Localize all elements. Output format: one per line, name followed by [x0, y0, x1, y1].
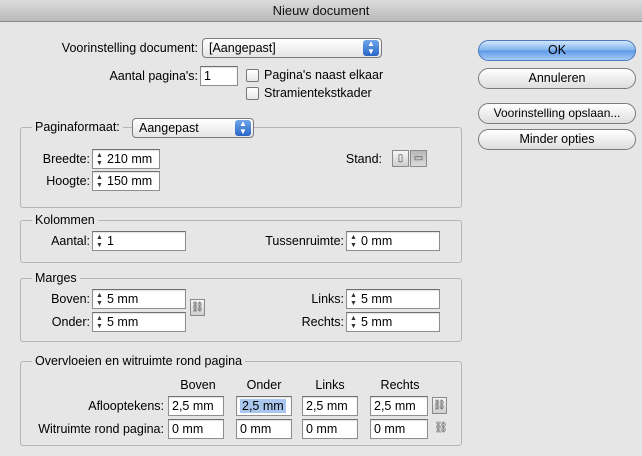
bleed-top-value: 2,5 mm	[172, 399, 214, 413]
margin-bottom-value: 5 mm	[107, 315, 139, 329]
stepper-icon[interactable]: ▲ ▼	[96, 292, 105, 308]
landscape-icon[interactable]: ▭	[410, 150, 427, 167]
broken-chain-icon[interactable]: ⛓	[434, 420, 448, 437]
chain-link-icon[interactable]: ⛓	[432, 397, 447, 414]
height-value: 150 mm	[107, 174, 153, 188]
width-input[interactable]: ▲ ▼ 210 mm	[92, 149, 160, 169]
pages-label: Aantal pagina's:	[109, 69, 198, 83]
bleed-label: Aflooptekens:	[88, 399, 164, 413]
slug-bottom-input[interactable]: 0 mm	[236, 419, 292, 439]
pages-value: 1	[204, 69, 211, 83]
margin-bottom-input[interactable]: ▲ ▼ 5 mm	[92, 312, 186, 332]
stepper-icon[interactable]: ▲ ▼	[96, 174, 105, 190]
bleed-left-value: 2,5 mm	[306, 399, 348, 413]
facing-pages-label: Pagina's naast elkaar	[264, 68, 384, 82]
slug-left-input[interactable]: 0 mm	[302, 419, 358, 439]
slug-bottom-value: 0 mm	[240, 422, 272, 436]
margin-top-value: 5 mm	[107, 292, 139, 306]
pages-input[interactable]: 1	[200, 66, 238, 86]
stepper-icon[interactable]: ▲ ▼	[350, 315, 359, 331]
stepper-icon[interactable]: ▲ ▼	[96, 315, 105, 331]
stepper-icon[interactable]: ▲ ▼	[350, 292, 359, 308]
page-size-value: Aangepast	[139, 121, 199, 135]
bleed-left-input[interactable]: 2,5 mm	[302, 396, 358, 416]
cancel-button[interactable]: Annuleren	[478, 68, 636, 89]
slug-top-input[interactable]: 0 mm	[168, 419, 224, 439]
margins-title: Marges	[32, 270, 80, 286]
facing-pages-checkbox[interactable]	[246, 69, 259, 82]
new-document-dialog: Voorinstelling document: [Aangepast] ▲ ▼ …	[0, 22, 642, 456]
orientation-label: Stand:	[345, 152, 382, 166]
height-label: Hoogte:	[46, 174, 90, 188]
bleed-bottom-input[interactable]: 2,5 mm	[236, 396, 292, 416]
preset-popup[interactable]: [Aangepast] ▲ ▼	[202, 38, 382, 58]
bleed-header-top: Boven	[180, 378, 216, 392]
slug-right-input[interactable]: 0 mm	[370, 419, 428, 439]
bleed-right-input[interactable]: 2,5 mm	[370, 396, 428, 416]
bleed-bottom-value: 2,5 mm	[240, 399, 286, 413]
margin-left-value: 5 mm	[361, 292, 393, 306]
preset-label: Voorinstelling document:	[61, 41, 198, 55]
save-preset-button[interactable]: Voorinstelling opslaan...	[478, 103, 636, 124]
chain-link-icon[interactable]: ⛓	[190, 299, 205, 316]
portrait-icon[interactable]: ▯	[392, 150, 409, 167]
slug-right-value: 0 mm	[374, 422, 406, 436]
bleed-header-bottom: Onder	[246, 378, 282, 392]
margin-right-label: Rechts:	[301, 315, 344, 329]
master-text-frame-label: Stramientekstkader	[264, 86, 372, 100]
bleed-header-right: Rechts	[380, 378, 420, 392]
columns-count-input[interactable]: ▲ ▼ 1	[92, 231, 186, 251]
stepper-icon[interactable]: ▲ ▼	[350, 234, 359, 250]
stepper-icon[interactable]: ▲ ▼	[96, 152, 105, 168]
columns-count-value: 1	[107, 234, 114, 248]
ok-button[interactable]: OK	[478, 40, 636, 61]
width-label: Breedte:	[42, 152, 90, 166]
master-text-frame-checkbox[interactable]	[246, 87, 259, 100]
columns-title: Kolommen	[32, 212, 98, 228]
margin-left-input[interactable]: ▲ ▼ 5 mm	[346, 289, 440, 309]
margin-right-input[interactable]: ▲ ▼ 5 mm	[346, 312, 440, 332]
page-size-group	[20, 127, 462, 208]
width-value: 210 mm	[107, 152, 153, 166]
window-title: Nieuw document	[0, 0, 642, 22]
height-input[interactable]: ▲ ▼ 150 mm	[92, 171, 160, 191]
columns-count-label: Aantal:	[51, 234, 90, 248]
margins-group	[20, 278, 462, 342]
slug-top-value: 0 mm	[172, 422, 204, 436]
margin-left-label: Links:	[311, 292, 344, 306]
stepper-icon[interactable]: ▲ ▼	[96, 234, 105, 250]
gutter-label: Tussenruimte:	[265, 234, 344, 248]
page-size-popup[interactable]: Aangepast ▲ ▼	[132, 118, 254, 138]
gutter-value: 0 mm	[361, 234, 393, 248]
bleed-top-input[interactable]: 2,5 mm	[168, 396, 224, 416]
popup-arrows-icon: ▲ ▼	[363, 40, 379, 56]
margin-top-label: Boven:	[51, 292, 90, 306]
bleed-slug-title: Overvloeien en witruimte rond pagina	[32, 353, 246, 369]
popup-arrows-icon: ▲ ▼	[235, 120, 251, 136]
page-size-label: Paginaformaat:	[32, 119, 123, 135]
margin-top-input[interactable]: ▲ ▼ 5 mm	[92, 289, 186, 309]
slug-left-value: 0 mm	[306, 422, 338, 436]
preset-value: [Aangepast]	[209, 41, 276, 55]
bleed-right-value: 2,5 mm	[374, 399, 416, 413]
margin-right-value: 5 mm	[361, 315, 393, 329]
gutter-input[interactable]: ▲ ▼ 0 mm	[346, 231, 440, 251]
bleed-header-left: Links	[315, 378, 345, 392]
margin-bottom-label: Onder:	[51, 315, 90, 329]
fewer-options-button[interactable]: Minder opties	[478, 129, 636, 150]
slug-label: Witruimte rond pagina:	[38, 422, 164, 436]
